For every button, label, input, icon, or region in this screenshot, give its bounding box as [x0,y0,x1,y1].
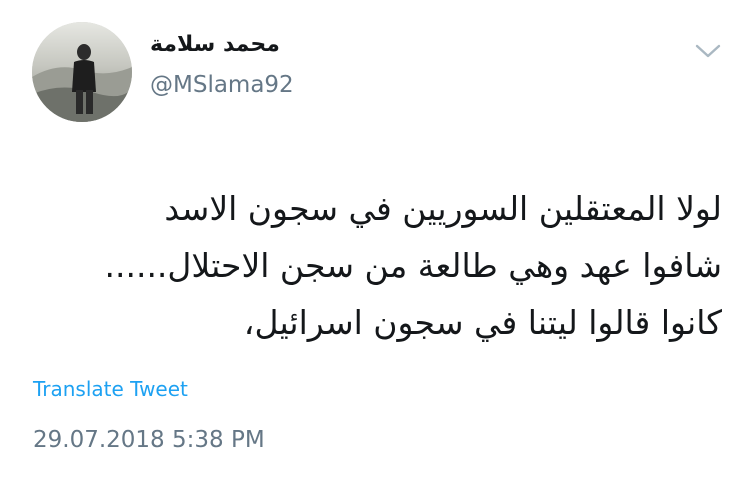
tweet-text-line: شافوا عهد وهي طالعة من سجن الاحتلال.....… [104,246,722,285]
tweet-menu-button[interactable] [694,40,722,62]
translate-tweet-link[interactable]: Translate Tweet [33,377,188,401]
tweet-card: محمد سلامة @MSlama92 لولا المعتقلين السو… [0,0,750,481]
avatar-photo [32,22,132,122]
avatar[interactable] [32,22,132,122]
tweet-text-line: لولا المعتقلين السوريين في سجون الاسد [164,189,722,228]
tweet-text-line: كانوا قالوا ليتنا في سجون اسرائيل، [243,303,722,342]
chevron-down-icon [695,44,721,58]
user-handle[interactable]: @MSlama92 [150,72,294,98]
tweet-timestamp: 29.07.2018 5:38 PM [33,427,265,453]
display-name[interactable]: محمد سلامة [150,32,280,57]
tweet-text: لولا المعتقلين السوريين في سجون الاسد شا… [30,180,722,351]
